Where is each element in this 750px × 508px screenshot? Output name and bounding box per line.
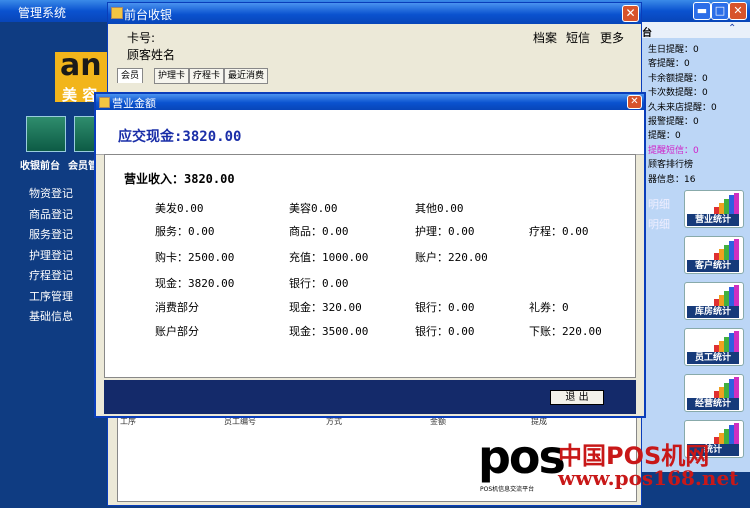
revenue-cell: 现金：3820.00 [155, 277, 235, 290]
stat-button-label: 库房统计 [687, 306, 739, 318]
revenue-cell: 其他0.00 [415, 202, 464, 215]
bar-chart-icon [714, 239, 740, 261]
revenue-cell: 银行：0.00 [289, 277, 349, 290]
tab-care-card[interactable]: 护理卡 [154, 68, 190, 84]
revenue-cell: 银行：0.00 [415, 325, 475, 338]
dialog-close-button[interactable]: ✕ [627, 95, 642, 109]
watermark-subtitle: POS机信息交流平台 [480, 486, 535, 493]
revenue-cell: 疗程：0.00 [529, 225, 589, 238]
revenue-dialog-titlebar [96, 94, 644, 110]
stat-button[interactable]: 客户统计 [684, 236, 744, 274]
main-close-button[interactable]: ✕ [729, 2, 747, 20]
stat-button-label: 营业统计 [687, 214, 739, 226]
reminder-item[interactable]: 生日提醒：0 [648, 42, 699, 55]
reception-close-button[interactable]: ✕ [622, 5, 639, 22]
revenue-cell: 美发0.00 [155, 202, 204, 215]
minimize-button[interactable]: ▬ [693, 2, 711, 20]
detail-link-1[interactable]: 明细 [648, 196, 670, 212]
revenue-cell: 充值：1000.00 [289, 251, 369, 264]
collapse-icon[interactable]: ⌃ [728, 23, 736, 34]
reminder-item[interactable]: 提醒：0 [648, 128, 681, 141]
menu-item-process[interactable]: 工序管理 [29, 288, 73, 304]
brand-logo-text: an [60, 48, 102, 83]
detail-link-2[interactable]: 明细 [648, 216, 670, 232]
watermark-site: www.pos168.net [558, 466, 739, 490]
dialog-icon [99, 97, 110, 108]
revenue-cell: 现金：320.00 [289, 301, 362, 314]
stat-button[interactable]: 营业统计 [684, 190, 744, 228]
reminder-item[interactable]: 客提醒：0 [648, 56, 690, 69]
menu-item-course[interactable]: 疗程登记 [29, 267, 73, 283]
reception-title: 前台收银 [124, 8, 173, 22]
window-icon [111, 7, 123, 19]
reminder-panel-title: 台 [642, 28, 652, 39]
revenue-cell: 商品：0.00 [289, 225, 349, 238]
maximize-button[interactable]: □ [711, 2, 729, 20]
exit-button[interactable]: 退 出 [550, 390, 604, 405]
reminder-item[interactable]: 器信息：16 [648, 172, 695, 185]
cash-due: 应交现金:3820.00 [118, 129, 242, 145]
bar-chart-icon [714, 193, 740, 215]
menu-item-supplies[interactable]: 物资登记 [29, 185, 73, 201]
reminder-item[interactable]: 顾客排行榜 [648, 157, 693, 170]
reminder-item[interactable]: 卡余额提醒：0 [648, 71, 708, 84]
cashier-button-label[interactable]: 收银前台 [20, 157, 60, 172]
revenue-cell: 账户部分 [155, 325, 199, 338]
revenue-cell: 账户：220.00 [415, 251, 488, 264]
reminder-item[interactable]: 提醒短信：0 [648, 143, 699, 156]
revenue-cell: 护理：0.00 [415, 225, 475, 238]
tab-member[interactable]: 会员 [117, 68, 144, 83]
stat-button[interactable]: 经营统计 [684, 374, 744, 412]
revenue-detail-box [104, 154, 636, 378]
cashier-icon[interactable] [26, 116, 66, 152]
revenue-total: 营业收入：3820.00 [124, 172, 235, 186]
stat-button-label: 经营统计 [687, 398, 739, 410]
menu-item-care[interactable]: 护理登记 [29, 247, 73, 263]
revenue-cell: 美容0.00 [289, 202, 338, 215]
stat-button[interactable]: 库房统计 [684, 282, 744, 320]
tab-course-card[interactable]: 疗程卡 [189, 68, 225, 84]
reminder-item[interactable]: 卡次数提醒：0 [648, 85, 708, 98]
bar-chart-icon [714, 285, 740, 307]
card-no-label: 卡号: [127, 31, 156, 45]
revenue-cell: 银行：0.00 [415, 301, 475, 314]
reminder-item[interactable]: 久未来店提醒：0 [648, 100, 717, 113]
bar-chart-icon [714, 377, 740, 399]
revenue-dialog-title: 营业金额 [112, 97, 156, 110]
revenue-cell: 现金：3500.00 [289, 325, 369, 338]
stat-button-label: 员工统计 [687, 352, 739, 364]
revenue-cell: 购卡：2500.00 [155, 251, 235, 264]
menu-item-services[interactable]: 服务登记 [29, 226, 73, 242]
main-window-title: 管理系统 [18, 6, 67, 20]
menu-item-products[interactable]: 商品登记 [29, 206, 73, 222]
revenue-cell: 礼券：0 [529, 301, 569, 314]
reminder-item[interactable]: 报警提醒：0 [648, 114, 699, 127]
stat-button-label: 客户统计 [687, 260, 739, 272]
menu-item-basic-info[interactable]: 基础信息 [29, 308, 73, 324]
profile-link[interactable]: 档案 [533, 29, 557, 46]
bar-chart-icon [714, 423, 740, 445]
customer-name-label: 顾客姓名 [127, 48, 176, 62]
bar-chart-icon [714, 331, 740, 353]
revenue-cell: 下账：220.00 [529, 325, 602, 338]
more-link[interactable]: 更多 [600, 29, 624, 46]
stat-button[interactable]: 员工统计 [684, 328, 744, 366]
sms-link[interactable]: 短信 [566, 29, 590, 46]
brand-text: 美 容 [62, 86, 98, 104]
revenue-cell: 服务：0.00 [155, 225, 215, 238]
watermark-pos-logo: pos [478, 430, 566, 484]
revenue-cell: 消费部分 [155, 301, 199, 314]
tab-recent[interactable]: 最近消费 [224, 68, 269, 84]
reception-titlebar [108, 3, 641, 24]
